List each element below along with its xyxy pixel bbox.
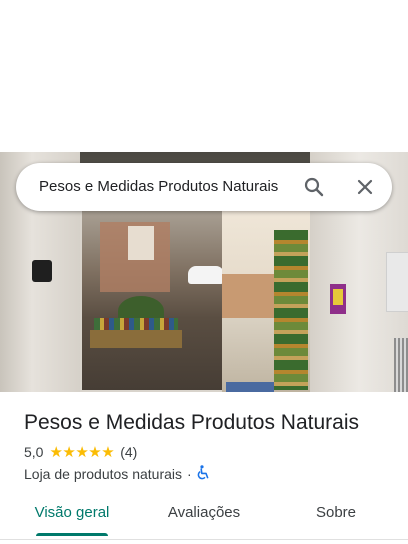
tab-avaliacoes[interactable]: Avaliações: [150, 496, 258, 534]
search-input[interactable]: Pesos e Medidas Produtos Naturais: [39, 163, 278, 211]
tabs-divider: [0, 539, 408, 540]
rating-value: 5,0: [24, 444, 44, 460]
tab-sobre[interactable]: Sobre: [296, 496, 376, 534]
rating-row[interactable]: 5,0 ★★★★★ (4): [24, 442, 137, 462]
search-bar[interactable]: Pesos e Medidas Produtos Naturais: [16, 163, 392, 211]
photo-vent: [394, 338, 408, 392]
tab-visao-geral[interactable]: Visão geral: [24, 496, 120, 534]
photo-doormat: [226, 382, 274, 392]
photo-products: [94, 318, 178, 330]
photo-wall-panel: [386, 252, 408, 312]
photo-car: [188, 266, 224, 284]
photo-counter: [222, 274, 274, 318]
place-category: Loja de produtos naturais: [24, 466, 182, 482]
wheelchair-icon: [197, 465, 210, 483]
photo-mailbox: [32, 260, 52, 282]
blank-area: [0, 0, 408, 152]
place-title: Pesos e Medidas Produtos Naturais: [24, 411, 360, 434]
review-count[interactable]: (4): [120, 444, 137, 460]
photo-sign-label: [333, 289, 343, 305]
close-icon[interactable]: [353, 175, 377, 199]
photo-reflection: [128, 226, 154, 260]
category-row: Loja de produtos naturais ·: [24, 464, 210, 484]
search-icon[interactable]: [302, 175, 326, 199]
active-tab-indicator: [36, 533, 108, 536]
photo-shelf: [90, 330, 182, 348]
rating-stars: ★★★★★: [49, 444, 115, 461]
place-tabs: Visão geral Avaliações Sobre: [0, 496, 408, 536]
separator: ·: [187, 466, 192, 482]
photo-product-rack: [274, 230, 308, 390]
